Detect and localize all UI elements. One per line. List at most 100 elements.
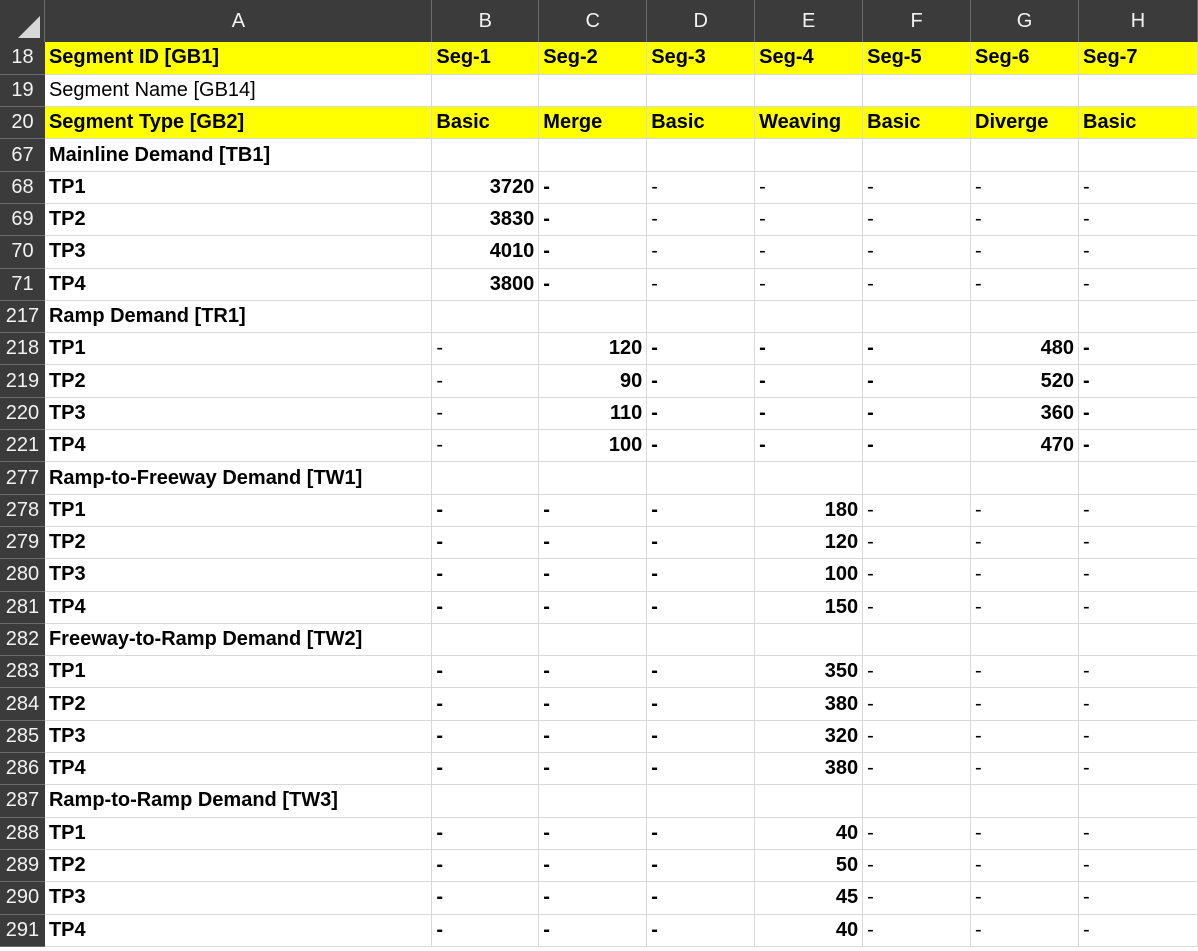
cell-g285[interactable]: -	[970, 720, 1079, 754]
cell-f221[interactable]: -	[862, 429, 972, 463]
cell-f71[interactable]: -	[862, 268, 972, 301]
cell-g218[interactable]: 480	[970, 332, 1079, 366]
cell-b221[interactable]: -	[431, 429, 540, 463]
cell-b280[interactable]: -	[431, 558, 540, 592]
cell-a285[interactable]: TP3	[44, 720, 433, 754]
cell-a288[interactable]: TP1	[44, 817, 433, 850]
cell-h282[interactable]	[1078, 623, 1198, 657]
cell-b290[interactable]: -	[431, 881, 540, 915]
cell-f288[interactable]: -	[862, 817, 972, 850]
cell-e280[interactable]: 100	[754, 558, 864, 592]
cell-a219[interactable]: TP2	[44, 364, 433, 398]
cell-h279[interactable]: -	[1078, 526, 1198, 560]
cell-e288[interactable]: 40	[754, 817, 864, 850]
cell-d284[interactable]: -	[646, 687, 756, 721]
cell-g286[interactable]: -	[970, 752, 1079, 786]
cell-h287[interactable]	[1078, 784, 1198, 818]
row-header[interactable]: 221	[0, 429, 45, 463]
cell-e220[interactable]: -	[754, 397, 864, 431]
cell-b219[interactable]: -	[431, 364, 540, 398]
cell-d289[interactable]: -	[646, 849, 756, 883]
cell-e219[interactable]: -	[754, 364, 864, 398]
column-header-f[interactable]: F	[862, 0, 972, 42]
cell-e218[interactable]: -	[754, 332, 864, 366]
cell-h18[interactable]: Seg-7	[1078, 42, 1198, 75]
cell-c277[interactable]	[538, 461, 648, 495]
cell-d286[interactable]: -	[646, 752, 756, 786]
cell-f69[interactable]: -	[862, 203, 972, 237]
cell-c281[interactable]: -	[538, 591, 648, 624]
cell-b218[interactable]: -	[431, 332, 540, 366]
cell-c218[interactable]: 120	[538, 332, 648, 366]
cell-e20[interactable]: Weaving	[754, 106, 864, 140]
cell-b67[interactable]	[431, 138, 540, 172]
cell-a278[interactable]: TP1	[44, 494, 433, 527]
cell-h289[interactable]: -	[1078, 849, 1198, 883]
column-header-e[interactable]: E	[754, 0, 864, 42]
cell-d69[interactable]: -	[646, 203, 756, 237]
cell-c278[interactable]: -	[538, 494, 648, 527]
row-header[interactable]: 289	[0, 849, 45, 883]
row-header[interactable]: 20	[0, 106, 45, 140]
cell-f279[interactable]: -	[862, 526, 972, 560]
row-header[interactable]: 280	[0, 558, 45, 592]
cell-g219[interactable]: 520	[970, 364, 1079, 398]
cell-g220[interactable]: 360	[970, 397, 1079, 431]
cell-b278[interactable]: -	[431, 494, 540, 527]
cell-d283[interactable]: -	[646, 655, 756, 689]
cell-a287[interactable]: Ramp-to-Ramp Demand [TW3]	[44, 784, 433, 818]
cell-b220[interactable]: -	[431, 397, 540, 431]
cell-d19[interactable]	[646, 74, 756, 108]
cell-f291[interactable]: -	[862, 914, 972, 947]
cell-a282[interactable]: Freeway-to-Ramp Demand [TW2]	[44, 623, 433, 657]
cell-e291[interactable]: 40	[754, 914, 864, 947]
cell-d280[interactable]: -	[646, 558, 756, 592]
cell-g70[interactable]: -	[970, 235, 1079, 269]
cell-b289[interactable]: -	[431, 849, 540, 883]
cell-f20[interactable]: Basic	[862, 106, 972, 140]
cell-b70[interactable]: 4010	[431, 235, 540, 269]
cell-g290[interactable]: -	[970, 881, 1079, 915]
cell-e286[interactable]: 380	[754, 752, 864, 786]
cell-d278[interactable]: -	[646, 494, 756, 527]
cell-g68[interactable]: -	[970, 171, 1079, 204]
row-header[interactable]: 69	[0, 203, 45, 237]
cell-c280[interactable]: -	[538, 558, 648, 592]
cell-d67[interactable]	[646, 138, 756, 172]
cell-a70[interactable]: TP3	[44, 235, 433, 269]
cell-a217[interactable]: Ramp Demand [TR1]	[44, 300, 433, 334]
row-header[interactable]: 220	[0, 397, 45, 431]
cell-h19[interactable]	[1078, 74, 1198, 108]
cell-c71[interactable]: -	[538, 268, 648, 301]
row-header[interactable]: 290	[0, 881, 45, 915]
cell-f283[interactable]: -	[862, 655, 972, 689]
cell-a220[interactable]: TP3	[44, 397, 433, 431]
cell-g19[interactable]	[970, 74, 1079, 108]
cell-a67[interactable]: Mainline Demand [TB1]	[44, 138, 433, 172]
cell-e290[interactable]: 45	[754, 881, 864, 915]
cell-f286[interactable]: -	[862, 752, 972, 786]
cell-b279[interactable]: -	[431, 526, 540, 560]
cell-a18[interactable]: Segment ID [GB1]	[44, 42, 433, 75]
cell-f290[interactable]: -	[862, 881, 972, 915]
cell-f220[interactable]: -	[862, 397, 972, 431]
cell-f18[interactable]: Seg-5	[862, 42, 972, 75]
cell-c285[interactable]: -	[538, 720, 648, 754]
cell-e69[interactable]: -	[754, 203, 864, 237]
cell-d279[interactable]: -	[646, 526, 756, 560]
cell-f219[interactable]: -	[862, 364, 972, 398]
cell-a283[interactable]: TP1	[44, 655, 433, 689]
cell-g288[interactable]: -	[970, 817, 1079, 850]
cell-a218[interactable]: TP1	[44, 332, 433, 366]
cell-a277[interactable]: Ramp-to-Freeway Demand [TW1]	[44, 461, 433, 495]
cell-g20[interactable]: Diverge	[970, 106, 1079, 140]
cell-b287[interactable]	[431, 784, 540, 818]
cell-b68[interactable]: 3720	[431, 171, 540, 204]
cell-e18[interactable]: Seg-4	[754, 42, 864, 75]
cell-c220[interactable]: 110	[538, 397, 648, 431]
row-header[interactable]: 19	[0, 74, 45, 108]
cell-d71[interactable]: -	[646, 268, 756, 301]
cell-a291[interactable]: TP4	[44, 914, 433, 947]
cell-c67[interactable]	[538, 138, 648, 172]
cell-d218[interactable]: -	[646, 332, 756, 366]
